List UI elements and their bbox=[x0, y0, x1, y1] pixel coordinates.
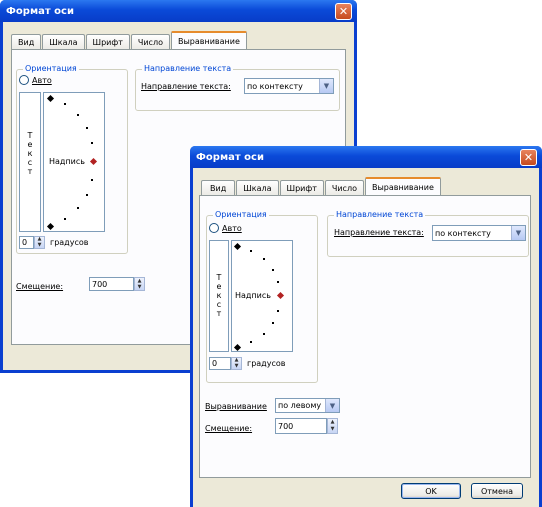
ok-button[interactable]: OK bbox=[401, 483, 461, 499]
back-vertical-text: Т е к с т bbox=[27, 131, 33, 176]
back-degrees-label: градусов bbox=[50, 238, 89, 247]
dial-current-marker bbox=[276, 291, 285, 300]
dial-bottom-marker bbox=[46, 222, 55, 231]
back-degrees-spinner[interactable]: 0 ▲ ▼ bbox=[19, 236, 45, 249]
front-tab-scale[interactable]: Шкала bbox=[236, 180, 279, 195]
dial-dot bbox=[277, 281, 279, 283]
front-client: Вид Шкала Шрифт Число Выравнивание Ориен… bbox=[193, 168, 539, 507]
dial-dot bbox=[263, 258, 265, 260]
back-orientation-group: Ориентация Авто Т е к с т Надпись 0 ▲ ▼ … bbox=[16, 64, 128, 254]
back-tabs: Вид Шкала Шрифт Число Выравнивание bbox=[11, 31, 248, 49]
front-auto-label: Авто bbox=[222, 223, 242, 233]
front-tab-alignment[interactable]: Выравнивание bbox=[364, 177, 441, 195]
chevron-down-icon[interactable]: ▼ bbox=[511, 226, 525, 240]
front-direction-title: Направление текста bbox=[334, 210, 426, 219]
dial-dot bbox=[272, 322, 274, 324]
chevron-down-icon[interactable]: ▼ bbox=[325, 399, 339, 412]
spin-arrows-icon[interactable]: ▲ ▼ bbox=[34, 236, 45, 249]
front-alignment-select[interactable]: по левому ▼ bbox=[275, 398, 340, 413]
front-titlebar[interactable]: Формат оси ✕ bbox=[190, 146, 542, 168]
back-direction-group: Направление текста Направление текста: п… bbox=[135, 64, 340, 111]
dial-top-marker bbox=[233, 242, 242, 251]
dial-dot bbox=[91, 179, 93, 181]
front-dialog: Формат оси ✕ Вид Шкала Шрифт Число Вырав… bbox=[190, 146, 542, 507]
dial-dot bbox=[250, 250, 252, 252]
spin-arrows-icon[interactable]: ▲ ▼ bbox=[327, 418, 338, 434]
front-tab-view[interactable]: Вид bbox=[201, 180, 236, 195]
dial-dot bbox=[272, 269, 274, 271]
front-orientation-dial[interactable]: Надпись bbox=[231, 240, 293, 352]
dial-dot bbox=[77, 114, 79, 116]
chevron-down-icon[interactable]: ▼ bbox=[319, 79, 333, 93]
front-degrees-label: градусов bbox=[247, 359, 286, 368]
dial-dot bbox=[91, 142, 93, 144]
dial-dot bbox=[64, 103, 66, 105]
back-vertical-text-box[interactable]: Т е к с т bbox=[19, 92, 41, 232]
front-tab-font[interactable]: Шрифт bbox=[279, 180, 324, 195]
front-direction-select[interactable]: по контексту ▼ bbox=[432, 225, 526, 241]
dial-dot bbox=[86, 194, 88, 196]
front-offset-label: Смещение: bbox=[205, 424, 253, 433]
close-icon[interactable]: ✕ bbox=[520, 148, 537, 166]
front-alignment-label: Выравнивание bbox=[205, 402, 267, 411]
back-tab-alignment[interactable]: Выравнивание bbox=[170, 31, 247, 49]
back-direction-select[interactable]: по контексту ▼ bbox=[244, 78, 334, 94]
radio-circle-icon bbox=[19, 75, 29, 85]
back-offset-label: Смещение: bbox=[16, 282, 64, 291]
front-title: Формат оси bbox=[196, 151, 264, 163]
front-vertical-text: Т е к с т bbox=[216, 273, 222, 318]
front-tab-number[interactable]: Число bbox=[324, 180, 364, 195]
back-title: Формат оси bbox=[6, 5, 74, 17]
dial-dot bbox=[64, 218, 66, 220]
dial-dot bbox=[277, 310, 279, 312]
back-tab-scale[interactable]: Шкала bbox=[42, 34, 85, 49]
back-rotated-text: Надпись bbox=[49, 157, 85, 166]
dial-dot bbox=[77, 207, 79, 209]
back-titlebar[interactable]: Формат оси ✕ bbox=[0, 0, 357, 22]
radio-circle-icon bbox=[209, 223, 219, 233]
dial-current-marker bbox=[89, 157, 98, 166]
front-direction-group: Направление текста Направление текста: п… bbox=[327, 210, 529, 257]
back-tab-number[interactable]: Число bbox=[130, 34, 170, 49]
back-orientation-dial[interactable]: Надпись bbox=[43, 92, 105, 232]
back-orientation-title: Ориентация bbox=[23, 64, 79, 73]
back-offset-input[interactable]: 700 bbox=[89, 277, 134, 291]
front-vertical-text-box[interactable]: Т е к с т bbox=[209, 240, 229, 352]
back-auto-radio[interactable]: Авто bbox=[19, 75, 52, 85]
front-direction-label: Направление текста: bbox=[334, 228, 424, 237]
dial-bottom-marker bbox=[233, 343, 242, 352]
spin-arrows-icon[interactable]: ▲ ▼ bbox=[134, 277, 145, 291]
back-direction-value: по контексту bbox=[247, 81, 303, 91]
front-offset-spinner[interactable]: 700 ▲ ▼ bbox=[275, 418, 338, 434]
front-offset-input[interactable]: 700 bbox=[275, 418, 327, 434]
back-direction-title: Направление текста bbox=[142, 64, 234, 73]
back-tab-view[interactable]: Вид bbox=[11, 34, 42, 49]
dial-dot bbox=[263, 333, 265, 335]
dial-dot bbox=[86, 127, 88, 129]
front-direction-value: по контексту bbox=[435, 228, 491, 238]
back-degrees-input[interactable]: 0 bbox=[19, 236, 34, 249]
cancel-button[interactable]: Отмена bbox=[471, 483, 523, 499]
dial-top-marker bbox=[46, 94, 55, 103]
front-rotated-text: Надпись bbox=[235, 291, 271, 300]
back-auto-label: Авто bbox=[32, 75, 52, 85]
close-icon[interactable]: ✕ bbox=[335, 2, 352, 20]
front-degrees-spinner[interactable]: 0 ▲ ▼ bbox=[209, 357, 242, 370]
dial-dot bbox=[250, 341, 252, 343]
front-alignment-value: по левому bbox=[278, 401, 322, 410]
front-auto-radio[interactable]: Авто bbox=[209, 223, 242, 233]
spin-arrows-icon[interactable]: ▲ ▼ bbox=[231, 357, 242, 370]
back-direction-label: Направление текста: bbox=[141, 82, 231, 91]
front-orientation-title: Ориентация bbox=[213, 210, 269, 219]
back-offset-spinner[interactable]: 700 ▲ ▼ bbox=[89, 277, 145, 291]
front-tabs: Вид Шкала Шрифт Число Выравнивание bbox=[201, 177, 442, 195]
front-orientation-group: Ориентация Авто Т е к с т Надпись 0 ▲ ▼ … bbox=[206, 210, 318, 383]
front-degrees-input[interactable]: 0 bbox=[209, 357, 231, 370]
front-tab-panel: Ориентация Авто Т е к с т Надпись 0 ▲ ▼ … bbox=[199, 195, 531, 478]
back-tab-font[interactable]: Шрифт bbox=[85, 34, 130, 49]
